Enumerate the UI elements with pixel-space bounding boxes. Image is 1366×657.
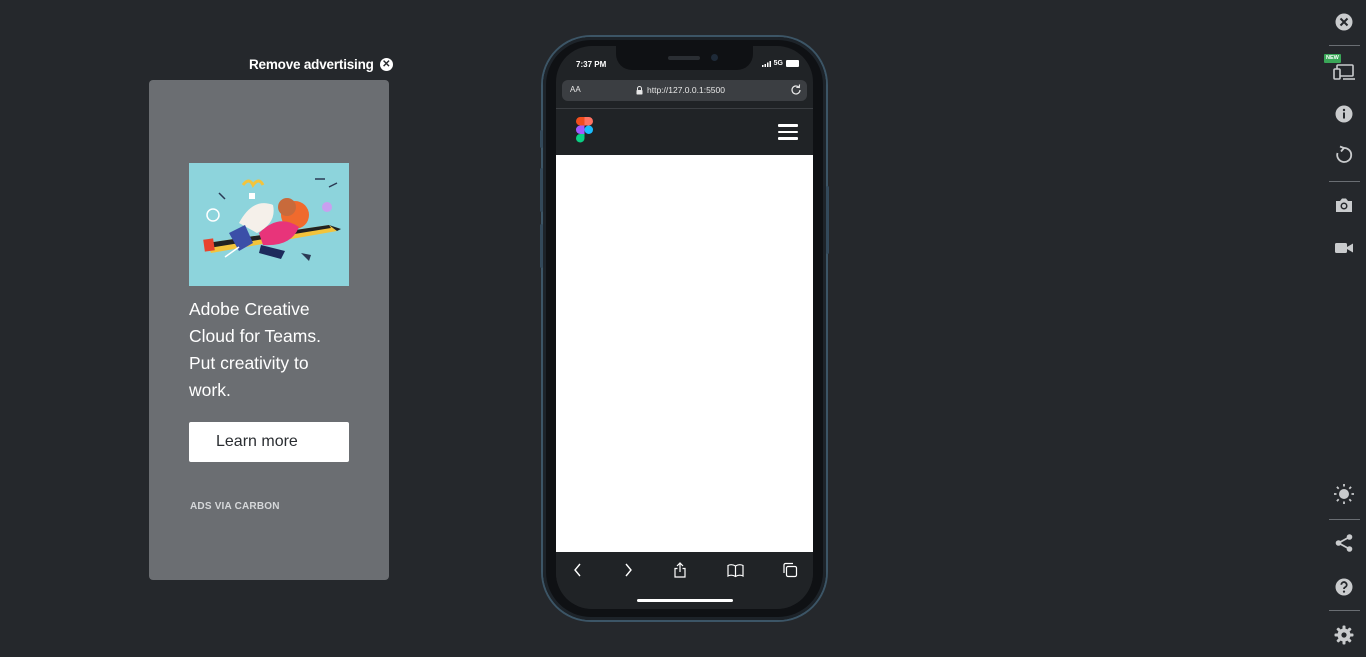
speaker-grille xyxy=(668,56,700,60)
brightness-icon xyxy=(1334,484,1354,504)
screenshot-button[interactable] xyxy=(1333,194,1355,216)
battery-icon xyxy=(786,60,799,67)
phone-power-button xyxy=(826,186,829,254)
front-camera xyxy=(711,54,718,61)
safari-bottom-toolbar xyxy=(556,552,813,609)
toolbar-divider xyxy=(1329,181,1360,182)
info-icon xyxy=(1335,105,1353,123)
network-label: 5G xyxy=(773,60,783,67)
remove-advertising-link[interactable]: Remove advertising ✕ xyxy=(249,55,393,73)
lock-icon xyxy=(636,85,643,94)
phone-volume-down xyxy=(540,224,543,268)
signal-icon xyxy=(761,60,771,67)
url-bar[interactable]: AA http://127.0.0.1:5500 xyxy=(562,80,807,101)
close-icon xyxy=(1335,13,1353,31)
learn-more-button[interactable]: Learn more xyxy=(189,422,349,462)
figma-logo-icon[interactable] xyxy=(576,117,593,143)
rotate-button[interactable] xyxy=(1333,144,1355,166)
devices-icon xyxy=(1333,64,1355,80)
toolbar-divider xyxy=(1329,519,1360,520)
phone-notch xyxy=(616,46,753,70)
help-icon xyxy=(1335,578,1353,596)
bookmarks-icon[interactable] xyxy=(727,562,744,578)
brightness-button[interactable] xyxy=(1333,483,1355,505)
info-button[interactable] xyxy=(1333,103,1355,125)
url-text: http://127.0.0.1:5500 xyxy=(647,85,725,95)
record-video-button[interactable] xyxy=(1333,237,1355,259)
ads-via-carbon-link[interactable]: ADS VIA CARBON xyxy=(190,501,280,512)
share-sheet-icon[interactable] xyxy=(673,562,687,578)
devices-button[interactable] xyxy=(1333,60,1355,82)
camera-icon xyxy=(1336,198,1352,212)
ad-text[interactable]: Adobe Creative Cloud for Teams. Put crea… xyxy=(189,296,349,404)
share-button[interactable] xyxy=(1333,532,1355,554)
toolbar-divider xyxy=(1329,610,1360,611)
page-content xyxy=(556,155,813,552)
home-indicator xyxy=(637,599,733,602)
close-circle-icon: ✕ xyxy=(379,57,393,71)
rotate-icon xyxy=(1336,145,1353,163)
video-icon xyxy=(1335,243,1353,253)
phone-mute-switch xyxy=(540,130,543,148)
toolbar-divider xyxy=(1329,45,1360,46)
settings-icon xyxy=(1334,625,1354,645)
remove-advertising-label: Remove advertising xyxy=(249,56,374,72)
reload-icon[interactable] xyxy=(789,83,803,97)
site-header xyxy=(556,109,813,155)
phone-volume-up xyxy=(540,168,543,212)
hamburger-menu-icon[interactable] xyxy=(778,124,798,140)
close-button[interactable] xyxy=(1333,11,1355,33)
new-badge: NEW xyxy=(1324,54,1341,63)
status-indicators: 5G xyxy=(761,60,799,67)
settings-button[interactable] xyxy=(1333,624,1355,646)
tabs-icon[interactable] xyxy=(782,562,798,578)
url-display[interactable]: http://127.0.0.1:5500 xyxy=(636,85,725,95)
help-button[interactable] xyxy=(1333,576,1355,598)
back-icon[interactable] xyxy=(572,562,584,578)
reader-aa-button[interactable]: AA xyxy=(570,85,581,94)
phone-screen: 7:37 PM 5G AA http://127.0.0.1:5500 xyxy=(556,46,813,609)
status-time: 7:37 PM xyxy=(576,60,607,69)
forward-icon[interactable] xyxy=(622,562,634,578)
ad-illustration[interactable] xyxy=(189,163,349,286)
share-icon xyxy=(1335,534,1353,552)
ad-card: Adobe Creative Cloud for Teams. Put crea… xyxy=(149,80,389,580)
